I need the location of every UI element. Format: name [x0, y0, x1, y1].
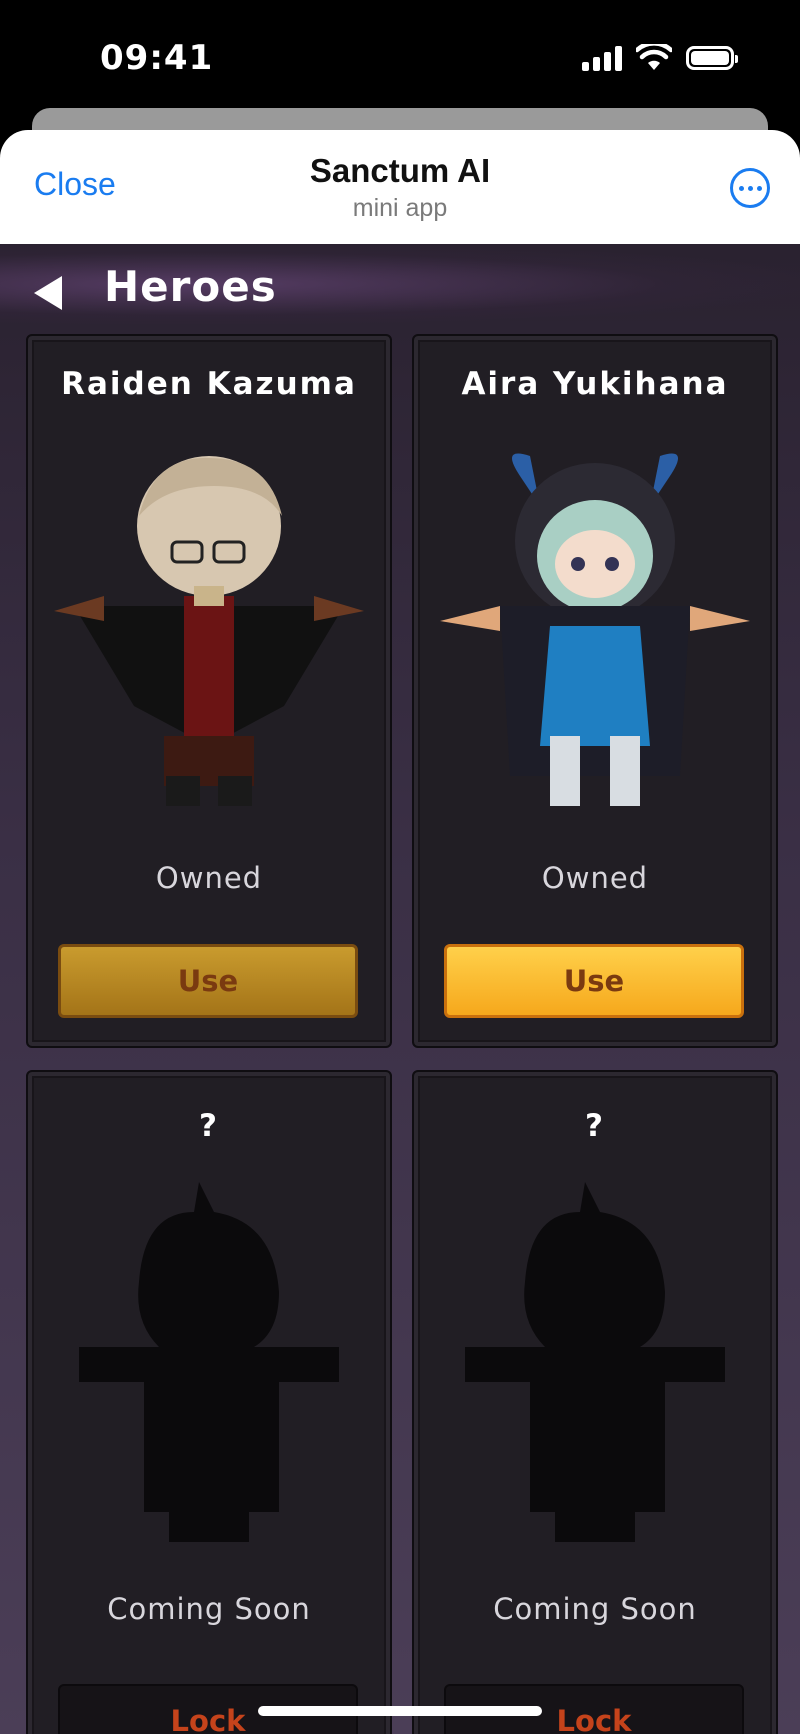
- hero-status: Owned: [541, 861, 649, 895]
- hero-status: Owned: [155, 861, 263, 895]
- page-title: Heroes: [104, 262, 277, 311]
- hero-raiden-icon: [28, 446, 390, 826]
- hero-card-aira: Aira Yukihana Owned Use: [412, 334, 778, 1048]
- hero-silhouette-icon: [28, 1182, 390, 1562]
- back-arrow-icon[interactable]: [34, 276, 62, 310]
- cellular-signal-icon: [582, 45, 622, 71]
- app-title: Sanctum AI: [309, 152, 491, 189]
- status-time: 09:41: [100, 38, 214, 78]
- hero-card-raiden: Raiden Kazuma Owned Use: [26, 334, 392, 1048]
- hero-card-locked: ? Coming Soon Lock: [412, 1070, 778, 1734]
- hero-status: Coming Soon: [493, 1592, 697, 1626]
- wifi-icon: [636, 44, 672, 70]
- use-button[interactable]: Use: [444, 944, 744, 1018]
- status-bar: 09:41: [0, 0, 800, 120]
- hero-aira-icon: [414, 446, 776, 826]
- hero-name: ?: [585, 1108, 605, 1144]
- game-screen: Heroes Raiden Kazuma Owned Use Aira Yuki…: [0, 244, 800, 1734]
- battery-icon: [686, 46, 738, 70]
- hero-card-locked: ? Coming Soon Lock: [26, 1070, 392, 1734]
- mini-app-header: Close Sanctum AI mini app: [0, 130, 800, 244]
- more-options-icon[interactable]: [730, 168, 770, 208]
- hero-status: Coming Soon: [107, 1592, 311, 1626]
- hero-silhouette-icon: [414, 1182, 776, 1562]
- hero-name: ?: [199, 1108, 219, 1144]
- hero-name: Raiden Kazuma: [61, 366, 357, 402]
- title-block: Sanctum AI mini app: [0, 152, 800, 223]
- home-indicator[interactable]: [258, 1706, 542, 1716]
- hero-name: Aira Yukihana: [461, 366, 729, 402]
- status-icons: [582, 44, 738, 72]
- app-subtitle: mini app: [352, 194, 448, 222]
- use-button[interactable]: Use: [58, 944, 358, 1018]
